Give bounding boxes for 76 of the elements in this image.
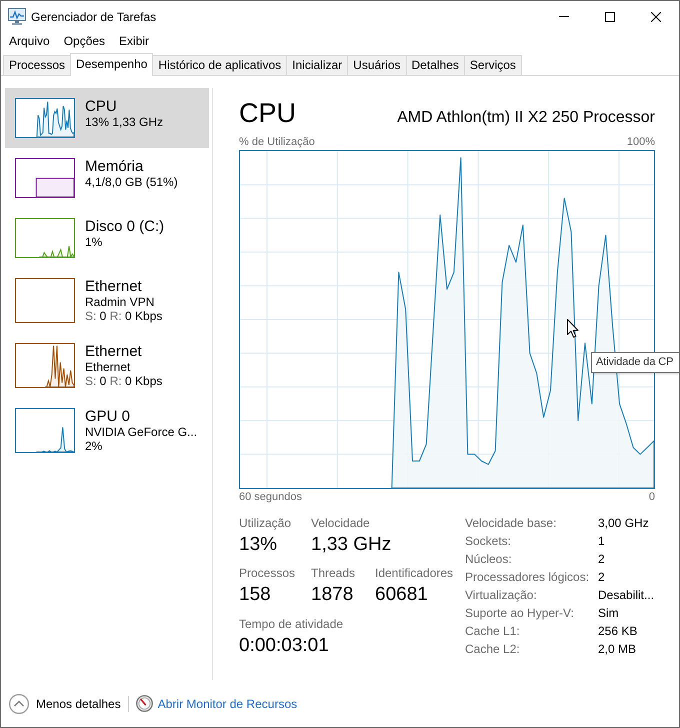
stat-value: 158 [239, 583, 271, 607]
stat-label: Velocidade [311, 515, 370, 532]
tab[interactable]: Serviços [464, 55, 522, 75]
network-throughput: S: 0 R: 0 Kbps [85, 309, 162, 323]
time-end-label: 0 [648, 490, 655, 505]
property-label: Suporte ao Hyper-V: [465, 605, 575, 622]
item-title: Memória [85, 158, 144, 175]
tab[interactable]: Histórico de aplicativos [152, 55, 288, 75]
item-title: Ethernet [85, 278, 142, 295]
tab[interactable]: Processos [3, 55, 72, 75]
item-title: GPU 0 [85, 408, 130, 425]
property-value: Sim [598, 605, 620, 622]
item-detail: 1% [85, 235, 102, 249]
resource-monitor-link[interactable]: Abrir Monitor de Recursos [158, 696, 298, 710]
property-value: 2 [598, 551, 606, 568]
stat-label: Identificadores [375, 565, 454, 582]
chevron-up-icon [9, 694, 29, 714]
property-label: Cache L1: [465, 623, 521, 640]
sidebar-item[interactable]: Disco 0 (C:) 1% [5, 208, 209, 268]
tooltip: Atividade da CP [591, 352, 679, 373]
monitor-chart-icon [8, 8, 26, 25]
property-value: 2 [598, 569, 606, 586]
tab[interactable]: Detalhes [406, 55, 465, 75]
menu-item[interactable]: Arquivo [2, 32, 57, 51]
mouse-pointer-icon [567, 319, 579, 338]
minimize-icon [559, 16, 569, 17]
stat-label: Processos [239, 565, 296, 582]
property-value: 2,0 MB [598, 641, 638, 658]
fewer-details-button[interactable]: Menos detalhes [9, 694, 121, 714]
stat-value: 0:00:03:01 [239, 634, 329, 658]
scale-label: 100% [626, 135, 655, 150]
tab[interactable]: Inicializar [286, 55, 348, 75]
property-label: Sockets: [465, 533, 512, 550]
item-detail: Ethernet [85, 360, 130, 374]
item-detail: Radmin VPN [85, 295, 154, 309]
property-label: Velocidade base: [465, 515, 558, 532]
stat-value: 1,33 GHz [311, 533, 392, 557]
property-label: Virtualização: [465, 587, 538, 604]
item-detail: 4,1/8,0 GB (51%) [85, 175, 178, 189]
tab[interactable]: Desempenho [70, 53, 154, 76]
processor-name: AMD Athlon(tm) II X2 250 Processor [397, 108, 655, 128]
tab[interactable]: Usuários [347, 55, 407, 75]
stat-label: Threads [311, 565, 356, 582]
property-value: 256 KB [598, 623, 638, 640]
property-label: Núcleos: [465, 551, 513, 568]
stat-label: Utilização [239, 515, 292, 532]
close-icon [651, 12, 661, 22]
maximize-icon [605, 12, 615, 22]
sidebar-item[interactable]: GPU 0 NVIDIA GeForce G... 2% [5, 398, 209, 463]
window-title: Gerenciador de Tarefas [31, 10, 156, 24]
sidebar-item[interactable]: Memória 4,1/8,0 GB (51%) [5, 148, 209, 208]
stat-value: 60681 [375, 583, 428, 607]
item-title: Ethernet [85, 343, 142, 360]
stat-label: Tempo de atividade [239, 616, 344, 633]
sidebar-item[interactable]: Ethernet Radmin VPN S: 0 R: 0 Kbps [5, 268, 209, 333]
property-value: 1 [598, 533, 606, 550]
menu-item[interactable]: Exibir [112, 32, 156, 51]
item-detail: 13% 1,33 GHz [85, 115, 164, 129]
graph-caption: % de Utilização [239, 135, 315, 150]
sidebar-item[interactable]: Ethernet Ethernet S: 0 R: 0 Kbps [5, 333, 209, 398]
property-value: Desabilit... [598, 587, 654, 604]
stat-value: 13% [239, 533, 278, 557]
time-span-label: 60 segundos [239, 490, 302, 505]
property-label: Cache L2: [465, 641, 521, 658]
item-detail: NVIDIA GeForce G... [85, 425, 198, 439]
gauge-icon [136, 695, 153, 712]
stat-value: 1878 [311, 583, 354, 607]
panel-title: CPU [239, 97, 296, 129]
property-value: 3,00 GHz [598, 515, 650, 532]
sidebar-item[interactable]: CPU 13% 1,33 GHz [5, 88, 209, 148]
menu-item[interactable]: Opções [56, 32, 112, 51]
property-label: Processadores lógicos: [465, 569, 590, 586]
item-title: CPU [85, 98, 117, 115]
network-throughput: S: 0 R: 0 Kbps [85, 374, 162, 388]
item-detail: 2% [85, 439, 102, 453]
item-title: Disco 0 (C:) [85, 218, 164, 235]
